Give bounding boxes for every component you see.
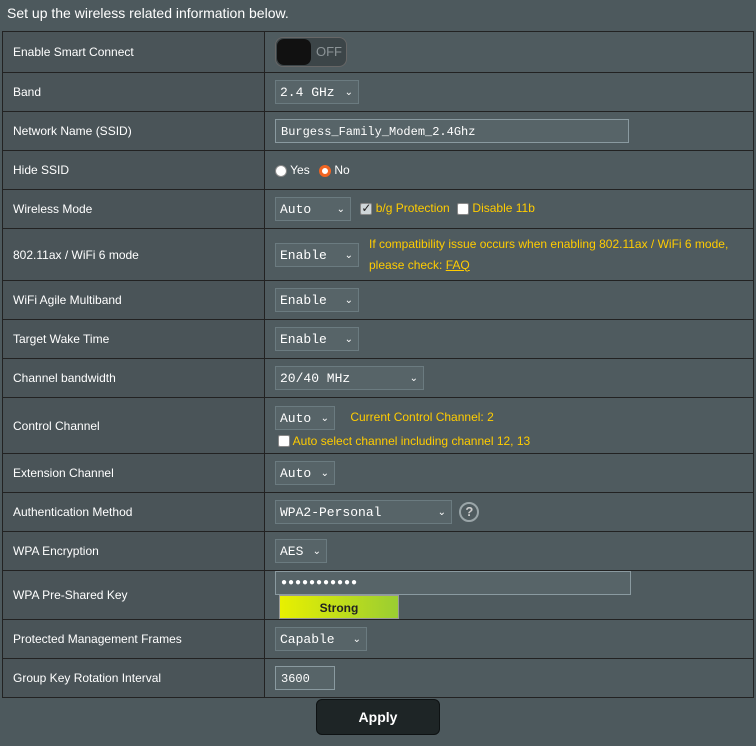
- hide-ssid-no-label: No: [334, 163, 350, 177]
- chevron-down-icon: ⌄: [344, 249, 353, 261]
- row-ax-mode: 802.11ax / WiFi 6 mode Enable ⌄ If compat…: [2, 228, 754, 281]
- chevron-down-icon: ⌄: [409, 373, 418, 384]
- control-channel-value: Auto: [280, 410, 312, 426]
- wpa-encryption-select[interactable]: AES ⌄: [275, 539, 327, 563]
- gk-rotation-input[interactable]: 3600: [275, 666, 335, 690]
- auto-select-channel-checkbox[interactable]: [278, 435, 290, 448]
- chevron-down-icon: ⌄: [336, 204, 345, 215]
- label-target-wake: Target Wake Time: [2, 319, 265, 359]
- extension-channel-value: Auto: [280, 466, 312, 481]
- target-wake-value: Enable: [280, 332, 327, 347]
- label-control-channel: Control Channel: [2, 397, 265, 454]
- ssid-input[interactable]: Burgess_Family_Modem_2.4Ghz: [275, 119, 629, 143]
- agile-multiband-select[interactable]: Enable ⌄: [275, 288, 359, 312]
- disable-11b-label: Disable 11b: [472, 201, 535, 216]
- channel-bw-value: 20/40 MHz: [280, 371, 351, 386]
- label-band: Band: [2, 72, 265, 112]
- bg-protection-label: b/g Protection: [375, 201, 450, 216]
- wireless-mode-value: Auto: [280, 202, 312, 217]
- wireless-mode-select[interactable]: Auto ⌄: [275, 197, 351, 221]
- ax-mode-select[interactable]: Enable ⌄: [275, 242, 359, 267]
- band-value: 2.4 GHz: [280, 85, 335, 100]
- label-ssid: Network Name (SSID): [2, 111, 265, 151]
- label-extension-channel: Extension Channel: [2, 453, 265, 493]
- row-auth-method: Authentication Method WPA2-Personal ⌄ ?: [2, 492, 754, 532]
- label-smart-connect: Enable Smart Connect: [2, 31, 265, 73]
- auto-select-channel-label: Auto select channel including channel 12…: [292, 433, 531, 448]
- faq-link[interactable]: FAQ: [446, 258, 470, 272]
- row-agile-multiband: WiFi Agile Multiband Enable ⌄: [2, 280, 754, 320]
- label-pmf: Protected Management Frames: [2, 619, 265, 659]
- target-wake-select[interactable]: Enable ⌄: [275, 327, 359, 351]
- ax-note-line1: If compatibility issue occurs when enabl…: [369, 236, 729, 251]
- hide-ssid-no-radio[interactable]: [319, 164, 332, 177]
- chevron-down-icon: ⌄: [352, 634, 361, 645]
- psk-input[interactable]: ●●●●●●●●●●●: [275, 571, 631, 595]
- row-hide-ssid: Hide SSID Yes No: [2, 150, 754, 190]
- wpa-encryption-value: AES: [280, 544, 304, 559]
- smart-connect-toggle[interactable]: OFF: [275, 37, 347, 67]
- label-ax-mode: 802.11ax / WiFi 6 mode: [2, 228, 265, 281]
- agile-multiband-value: Enable: [280, 293, 327, 308]
- apply-button[interactable]: Apply: [316, 699, 440, 735]
- password-strength-indicator: Strong: [279, 595, 399, 619]
- chevron-down-icon: ⌄: [312, 546, 321, 557]
- ax-mode-value: Enable: [280, 247, 327, 263]
- row-psk: WPA Pre-Shared Key ●●●●●●●●●●●Strong: [2, 570, 754, 620]
- row-wpa-encryption: WPA Encryption AES ⌄: [2, 531, 754, 571]
- row-target-wake: Target Wake Time Enable ⌄: [2, 319, 754, 359]
- chevron-down-icon: ⌄: [344, 334, 353, 345]
- row-control-channel: Control Channel Auto ⌄ Current Control Ch…: [2, 397, 754, 454]
- row-extension-channel: Extension Channel Auto ⌄: [2, 453, 754, 493]
- control-channel-select[interactable]: Auto ⌄: [275, 405, 335, 430]
- bg-protection-checkbox[interactable]: [360, 201, 373, 215]
- hide-ssid-yes-label: Yes: [290, 163, 310, 177]
- toggle-state-label: OFF: [316, 44, 342, 59]
- label-channel-bw: Channel bandwidth: [2, 358, 265, 398]
- chevron-down-icon: ⌄: [344, 295, 353, 306]
- channel-bw-select[interactable]: 20/40 MHz ⌄: [275, 366, 424, 390]
- label-agile-multiband: WiFi Agile Multiband: [2, 280, 265, 320]
- label-psk: WPA Pre-Shared Key: [2, 570, 265, 620]
- chevron-down-icon: ⌄: [344, 87, 353, 98]
- current-control-channel: Current Control Channel: 2: [350, 409, 494, 424]
- label-hide-ssid: Hide SSID: [2, 150, 265, 190]
- row-wireless-mode: Wireless Mode Auto ⌄ b/g Protection Disab…: [2, 189, 754, 229]
- row-gk-rotation: Group Key Rotation Interval 3600: [2, 658, 754, 698]
- hide-ssid-yes-radio[interactable]: [275, 164, 287, 177]
- disable-11b-checkbox[interactable]: [457, 203, 470, 215]
- auth-method-select[interactable]: WPA2-Personal ⌄: [275, 500, 452, 524]
- chevron-down-icon: ⌄: [437, 507, 446, 518]
- label-auth-method: Authentication Method: [2, 492, 265, 532]
- help-icon[interactable]: ?: [459, 502, 480, 522]
- row-smart-connect: Enable Smart Connect OFF: [2, 31, 754, 73]
- band-select[interactable]: 2.4 GHz ⌄: [275, 80, 359, 104]
- label-wireless-mode: Wireless Mode: [2, 189, 265, 229]
- extension-channel-select[interactable]: Auto ⌄: [275, 461, 335, 485]
- chevron-down-icon: ⌄: [320, 412, 329, 424]
- auth-method-value: WPA2-Personal: [280, 505, 382, 520]
- label-wpa-encryption: WPA Encryption: [2, 531, 265, 571]
- intro-text: Set up the wireless related information …: [7, 5, 289, 21]
- label-gk-rotation: Group Key Rotation Interval: [2, 658, 265, 698]
- pmf-select[interactable]: Capable ⌄: [275, 627, 367, 651]
- pmf-value: Capable: [280, 632, 335, 647]
- toggle-knob: [277, 39, 311, 65]
- row-band: Band 2.4 GHz ⌄: [2, 72, 754, 112]
- wireless-settings-table: Enable Smart Connect OFF Band 2.4 GHz ⌄ N…: [2, 31, 754, 698]
- row-pmf: Protected Management Frames Capable ⌄: [2, 619, 754, 659]
- row-channel-bw: Channel bandwidth 20/40 MHz ⌄: [2, 358, 754, 398]
- row-ssid: Network Name (SSID) Burgess_Family_Modem…: [2, 111, 754, 151]
- chevron-down-icon: ⌄: [320, 468, 329, 479]
- ax-note-line2: please check:: [369, 257, 443, 272]
- ax-mode-note: If compatibility issue occurs when enabl…: [369, 234, 728, 276]
